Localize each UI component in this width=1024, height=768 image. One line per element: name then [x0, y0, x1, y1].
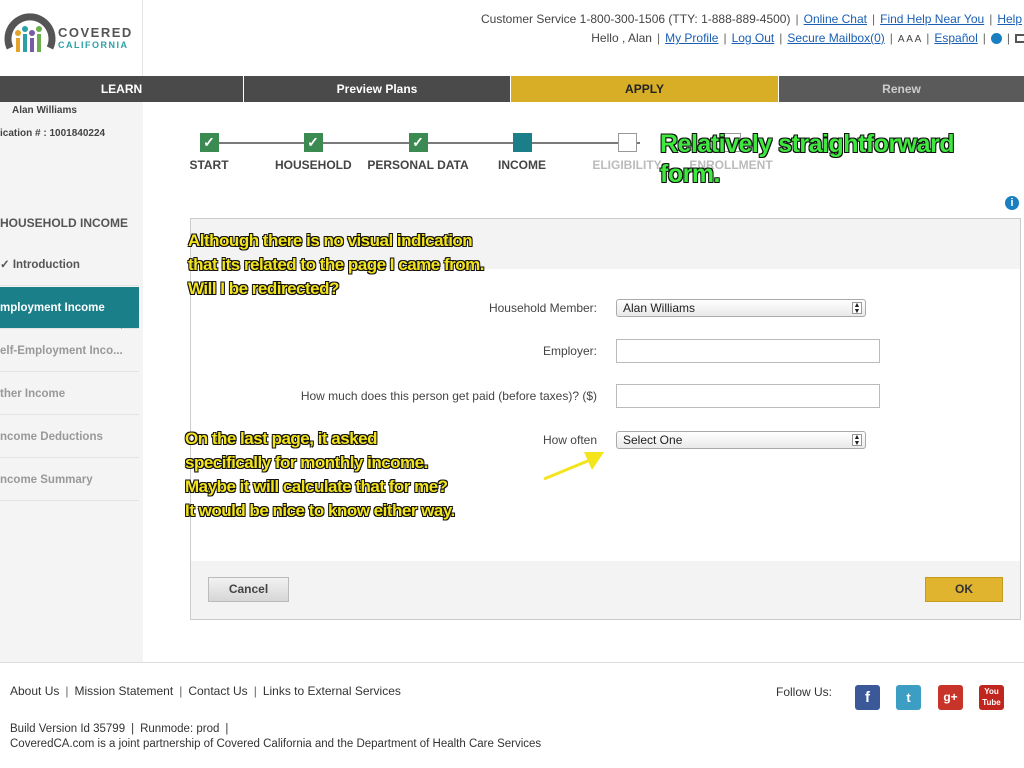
paid-amount-input[interactable]	[616, 384, 880, 408]
sidebar-item-income-deductions[interactable]: ncome Deductions	[0, 416, 139, 458]
application-number: ication # : 1001840224	[0, 128, 106, 139]
log-out-link[interactable]: Log Out	[732, 31, 775, 45]
step-label: ELIGIBILITY	[592, 158, 662, 172]
runmode: Runmode: prod	[140, 723, 220, 735]
greeting-text: Hello , Alan	[591, 31, 652, 45]
nav-learn[interactable]: LEARN	[0, 76, 244, 102]
annotation-line: It would be nice to know either way.	[185, 501, 456, 521]
my-profile-link[interactable]: My Profile	[665, 31, 718, 45]
current-step-marker	[512, 133, 532, 152]
step-label: INCOME	[498, 158, 546, 172]
annotation-line: On the last page, it asked	[185, 429, 379, 449]
panel-footer	[191, 561, 1020, 619]
annotation-line: form.	[659, 160, 721, 189]
step-income: INCOME	[496, 130, 548, 172]
find-help-link[interactable]: Find Help Near You	[880, 12, 984, 26]
info-icon[interactable]: i	[1005, 196, 1019, 210]
how-often-label: How often	[542, 433, 597, 447]
step-eligibility: ELIGIBILITY	[591, 130, 663, 172]
annotation-line: that its related to the page I came from…	[188, 255, 485, 275]
employer-input[interactable]	[616, 339, 880, 363]
follow-us-label: Follow Us:	[776, 685, 833, 699]
customer-service-text: Customer Service 1-800-300-1506 (TTY: 1-…	[480, 12, 791, 26]
mission-statement-link[interactable]: Mission Statement	[74, 684, 173, 698]
step-label: HOUSEHOLD	[275, 158, 352, 172]
how-often-select[interactable]: Select One ▲ ▼	[616, 431, 866, 449]
pending-step-marker	[617, 133, 637, 152]
contact-us-link[interactable]: Contact Us	[188, 684, 247, 698]
logo-line-1: COVERED	[58, 25, 133, 40]
about-us-link[interactable]: About Us	[10, 684, 59, 698]
active-item-pointer	[121, 287, 139, 329]
footer: About Us | Mission Statement | Contact Us | Li…	[0, 662, 1024, 768]
header: COVERED CALIFORNIA Customer Service 1-80…	[0, 0, 1024, 76]
sidebar-item-other-income[interactable]: ther Income	[0, 373, 139, 415]
utility-row-1: Customer Service 1-800-300-1506 (TTY: 1-…	[480, 12, 1022, 26]
external-services-link[interactable]: Links to External Services	[263, 684, 401, 698]
cancel-button[interactable]: Cancel	[208, 577, 289, 602]
select-arrows-icon: ▲ ▼	[852, 302, 862, 315]
nav-apply[interactable]: APPLY	[511, 76, 779, 102]
employer-label: Employer:	[542, 344, 597, 358]
step-personal-data: ✓ PERSONAL DATA	[367, 130, 469, 172]
google-plus-icon[interactable]: g+	[938, 685, 963, 710]
build-info: Build Version Id 35799 | Runmode: prod | Co…	[10, 723, 542, 750]
annotation-line: Although there is no visual indication	[188, 231, 474, 251]
check-icon: ✓	[199, 133, 219, 152]
print-icon[interactable]	[1015, 34, 1024, 44]
annotation-monthly-income: On the last page, it asked specifically …	[185, 427, 456, 523]
check-icon: ✓	[408, 133, 428, 152]
household-member-label: Household Member:	[488, 301, 597, 315]
covered-california-logo-icon	[4, 13, 56, 52]
logo-line-2: CALIFORNIA	[58, 40, 129, 50]
applicant-name: Alan Williams	[12, 105, 77, 116]
nav-preview-plans[interactable]: Preview Plans	[244, 76, 511, 102]
sidebar-item-self-employment-income[interactable]: elf-Employment Inco...	[0, 330, 139, 372]
espanol-link[interactable]: Español	[934, 31, 977, 45]
annotation-line: Will I be redirected?	[188, 279, 340, 299]
step-label: PERSONAL DATA	[367, 158, 469, 172]
sidebar-section-title: HOUSEHOLD INCOME	[0, 216, 129, 230]
household-member-value: Alan Williams	[623, 301, 696, 315]
step-household: ✓ HOUSEHOLD	[275, 130, 352, 172]
sidebar-item-introduction[interactable]: ✓ Introduction	[0, 244, 139, 286]
paid-amount-label: How much does this person get paid (befo…	[300, 389, 597, 403]
logo-text: COVERED CALIFORNIA	[58, 25, 133, 51]
step-start: ✓ START	[189, 130, 229, 172]
how-often-value: Select One	[623, 433, 683, 447]
build-version: Build Version Id 35799	[10, 723, 126, 735]
annotation-line: specifically for monthly income.	[185, 453, 429, 473]
sidebar: Alan Williams ication # : 1001840224 HOU…	[0, 102, 143, 662]
annotation-line: Maybe it will calculate that for me?	[185, 477, 449, 497]
annotation-line: Relatively straightforward	[659, 130, 955, 159]
annotation-redirect: Although there is no visual indication t…	[188, 229, 485, 301]
globe-icon[interactable]	[990, 33, 1002, 45]
sidebar-item-employment-income[interactable]: mployment Income	[0, 287, 139, 329]
partnership-text: CoveredCA.com is a joint partnership of …	[10, 738, 542, 750]
utility-row-2: Hello , Alan | My Profile | Log Out | Secure M…	[481, 29, 1024, 49]
secure-mailbox-link[interactable]: Secure Mailbox(0)	[787, 31, 884, 45]
select-arrows-icon: ▲ ▼	[852, 434, 862, 447]
nav-renew[interactable]: Renew	[779, 76, 1024, 102]
help-link[interactable]: Help	[997, 12, 1022, 26]
font-size-control[interactable]: A A A	[898, 34, 921, 45]
check-icon: ✓	[303, 133, 323, 152]
household-member-select[interactable]: Alan Williams ▲ ▼	[616, 299, 866, 317]
annotation-arrow-icon	[543, 452, 604, 481]
youtube-icon[interactable]: You Tube	[979, 685, 1004, 710]
twitter-icon[interactable]: t	[896, 685, 921, 710]
footer-links: About Us | Mission Statement | Contact Us | Li…	[10, 684, 401, 698]
sidebar-item-income-summary[interactable]: ncome Summary	[0, 459, 139, 501]
facebook-icon[interactable]: f	[855, 685, 880, 710]
logo[interactable]: COVERED CALIFORNIA	[0, 0, 143, 76]
utility-bar: Customer Service 1-800-300-1506 (TTY: 1-…	[480, 10, 1024, 49]
step-label: START	[189, 158, 229, 172]
annotation-straightforward: Relatively straightforward form.	[659, 129, 955, 189]
online-chat-link[interactable]: Online Chat	[804, 12, 867, 26]
ok-button[interactable]: OK	[925, 577, 1003, 602]
main-nav: LEARN Preview Plans APPLY Renew	[0, 76, 1024, 102]
